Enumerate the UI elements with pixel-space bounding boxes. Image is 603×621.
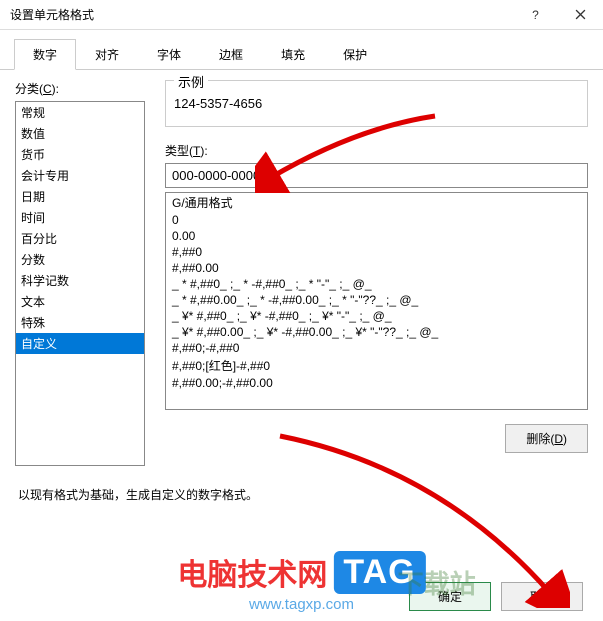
- format-item[interactable]: #,##0: [166, 244, 587, 260]
- help-button[interactable]: ?: [513, 0, 558, 30]
- left-panel: 分类(C): 常规 数值 货币 会计专用 日期 时间 百分比 分数 科学记数 文…: [15, 80, 145, 466]
- tab-protection[interactable]: 保护: [324, 39, 386, 70]
- delete-button[interactable]: 删除(D): [505, 424, 588, 453]
- hint-text: 以现有格式为基础，生成自定义的数字格式。: [0, 466, 603, 503]
- category-item[interactable]: 特殊: [16, 312, 144, 333]
- sample-label: 示例: [174, 72, 208, 91]
- format-item[interactable]: #,##0.00;-#,##0.00: [166, 375, 587, 391]
- format-item[interactable]: _ ¥* #,##0.00_ ;_ ¥* -#,##0.00_ ;_ ¥* "-…: [166, 324, 587, 340]
- tab-border[interactable]: 边框: [200, 39, 262, 70]
- category-item[interactable]: 百分比: [16, 228, 144, 249]
- category-item[interactable]: 常规: [16, 102, 144, 123]
- sample-value: 124-5357-4656: [174, 96, 262, 111]
- tab-fill[interactable]: 填充: [262, 39, 324, 70]
- close-button[interactable]: [558, 0, 603, 30]
- tab-font[interactable]: 字体: [138, 39, 200, 70]
- watermark: 电脑技术网 TAG www.tagxp.com 下载站: [177, 550, 425, 613]
- format-item[interactable]: _ * #,##0_ ;_ * -#,##0_ ;_ * "-"_ ;_ @_: [166, 276, 587, 292]
- cancel-button[interactable]: 取消: [501, 582, 583, 611]
- tabs: 数字 对齐 字体 边框 填充 保护: [0, 30, 603, 70]
- category-item-custom[interactable]: 自定义: [16, 333, 144, 354]
- category-item[interactable]: 科学记数: [16, 270, 144, 291]
- category-item[interactable]: 日期: [16, 186, 144, 207]
- category-item[interactable]: 会计专用: [16, 165, 144, 186]
- type-input[interactable]: [165, 163, 588, 188]
- format-item[interactable]: 0: [166, 212, 587, 228]
- format-item[interactable]: _ * #,##0.00_ ;_ * -#,##0.00_ ;_ * "-"??…: [166, 292, 587, 308]
- close-icon: [575, 9, 586, 20]
- watermark-dl: 下载站: [398, 564, 476, 601]
- watermark-url: www.tagxp.com: [177, 596, 425, 613]
- category-item[interactable]: 数值: [16, 123, 144, 144]
- format-list[interactable]: G/通用格式 0 0.00 #,##0 #,##0.00 _ * #,##0_ …: [165, 192, 588, 410]
- format-item[interactable]: #,##0;[红色]-#,##0: [166, 356, 587, 375]
- tab-alignment[interactable]: 对齐: [76, 39, 138, 70]
- content: 分类(C): 常规 数值 货币 会计专用 日期 时间 百分比 分数 科学记数 文…: [0, 70, 603, 466]
- format-item[interactable]: #,##0.00: [166, 260, 587, 276]
- right-panel: 示例 124-5357-4656 类型(T): G/通用格式 0 0.00 #,…: [145, 80, 588, 466]
- format-item[interactable]: G/通用格式: [166, 193, 587, 212]
- category-item[interactable]: 文本: [16, 291, 144, 312]
- watermark-text: 电脑技术网: [177, 550, 327, 594]
- type-label: 类型(T):: [165, 142, 588, 159]
- category-list[interactable]: 常规 数值 货币 会计专用 日期 时间 百分比 分数 科学记数 文本 特殊 自定…: [15, 101, 145, 466]
- tab-number[interactable]: 数字: [14, 39, 76, 70]
- category-label: 分类(C):: [15, 80, 145, 97]
- format-item[interactable]: 0.00: [166, 228, 587, 244]
- category-item[interactable]: 分数: [16, 249, 144, 270]
- delete-row: 删除(D): [165, 410, 588, 453]
- format-item[interactable]: #,##0;-#,##0: [166, 340, 587, 356]
- window-title: 设置单元格格式: [10, 6, 513, 23]
- category-item[interactable]: 货币: [16, 144, 144, 165]
- sample-box: 示例 124-5357-4656: [165, 80, 588, 127]
- category-item[interactable]: 时间: [16, 207, 144, 228]
- format-item[interactable]: _ ¥* #,##0_ ;_ ¥* -#,##0_ ;_ ¥* "-"_ ;_ …: [166, 308, 587, 324]
- titlebar: 设置单元格格式 ?: [0, 0, 603, 30]
